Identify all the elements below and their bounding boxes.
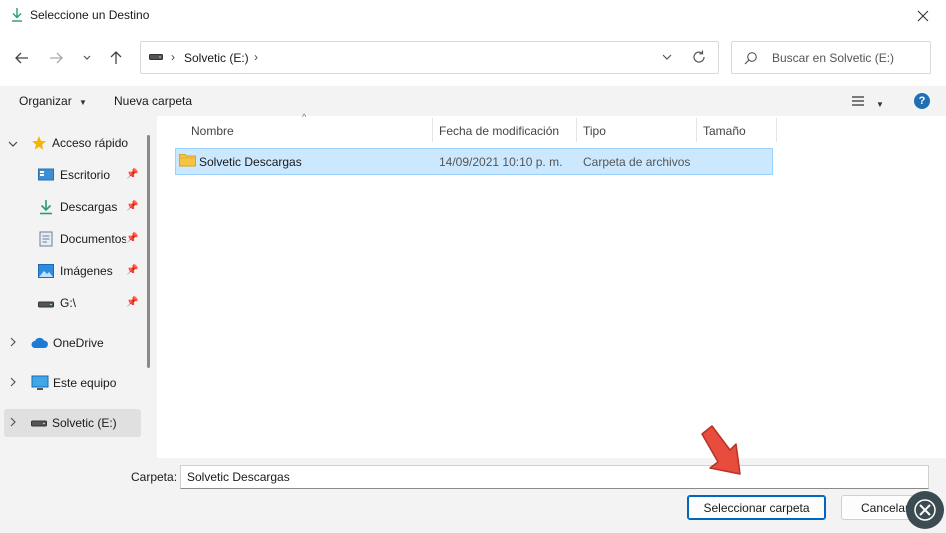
- caret-down-icon: ▼: [79, 98, 87, 107]
- nav-label: G:\: [60, 296, 77, 310]
- pin-icon: 📌: [126, 169, 139, 180]
- column-divider[interactable]: [776, 118, 777, 142]
- search-icon: [744, 52, 757, 65]
- nav-label: Solvetic (E:): [52, 416, 117, 430]
- view-options-button[interactable]: [851, 95, 865, 110]
- view-dropdown-button[interactable]: ▼: [876, 96, 884, 110]
- search-input[interactable]: Buscar en Solvetic (E:): [772, 51, 894, 65]
- select-folder-button[interactable]: Seleccionar carpeta: [687, 495, 826, 520]
- pin-icon: 📌: [126, 201, 139, 212]
- nav-label: Este equipo: [53, 376, 117, 390]
- nav-label: OneDrive: [53, 336, 104, 350]
- search-box[interactable]: Buscar en Solvetic (E:): [731, 41, 931, 74]
- column-divider[interactable]: [576, 118, 577, 142]
- chevron-down-icon[interactable]: [8, 136, 18, 150]
- nav-item-g-drive[interactable]: G:\ 📌: [38, 290, 141, 316]
- annotation-arrow-icon: [701, 425, 741, 475]
- cloud-icon: [31, 337, 48, 348]
- nav-scrollbar[interactable]: [147, 135, 150, 368]
- drive-icon: [149, 54, 163, 60]
- download-icon: [40, 200, 52, 215]
- pin-icon: 📌: [126, 265, 139, 276]
- nav-label: Descargas: [60, 200, 118, 214]
- cancel-label: Cancelar: [860, 500, 910, 515]
- chevron-down-icon: [662, 54, 672, 60]
- breadcrumb-drive[interactable]: Solvetic (E:): [184, 51, 249, 65]
- watermark-logo: [906, 491, 944, 529]
- sort-up-icon: ^: [302, 112, 307, 122]
- column-divider[interactable]: [432, 118, 433, 142]
- file-type: Carpeta de archivos: [583, 155, 691, 169]
- pin-icon: 📌: [126, 297, 139, 308]
- nav-item-imagenes[interactable]: Imágenes 📌: [38, 258, 141, 284]
- close-icon: [917, 10, 929, 22]
- select-folder-label: Seleccionar carpeta: [703, 500, 810, 515]
- nav-label: Acceso rápido: [52, 136, 129, 150]
- file-modified: 14/09/2021 10:10 p. m.: [439, 155, 563, 169]
- breadcrumb-separator: ›: [171, 50, 175, 64]
- caret-down-icon: ▼: [876, 100, 884, 109]
- arrow-right-icon: [50, 52, 63, 64]
- command-bar: Organizar ▼ Nueva carpeta ▼ ?: [0, 86, 946, 116]
- close-button[interactable]: [900, 0, 946, 32]
- title-bar: Seleccione un Destino: [0, 0, 946, 32]
- column-header-size[interactable]: Tamaño: [703, 124, 746, 138]
- column-header-name[interactable]: Nombre: [191, 124, 234, 138]
- folder-label: Carpeta:: [131, 470, 178, 484]
- address-bar[interactable]: › Solvetic (E:) ›: [140, 41, 719, 74]
- nav-item-escritorio[interactable]: Escritorio 📌: [38, 162, 141, 188]
- folder-icon: [179, 154, 196, 167]
- nav-label: Escritorio: [60, 168, 111, 182]
- forward-button[interactable]: [42, 44, 70, 72]
- nav-onedrive[interactable]: OneDrive: [8, 330, 104, 356]
- drive-icon: [38, 301, 54, 308]
- nav-label: Imágenes: [60, 264, 113, 278]
- chevron-right-icon[interactable]: [8, 376, 18, 390]
- file-name[interactable]: Solvetic Descargas: [199, 155, 302, 169]
- organize-button[interactable]: Organizar ▼: [19, 94, 87, 108]
- new-folder-button[interactable]: Nueva carpeta: [114, 94, 192, 108]
- chevron-right-icon[interactable]: [8, 336, 18, 350]
- organize-label: Organizar: [19, 94, 72, 108]
- nav-label: Documentos: [60, 232, 128, 246]
- back-button[interactable]: [8, 44, 36, 72]
- help-button[interactable]: ?: [914, 93, 930, 109]
- nav-item-documentos[interactable]: Documentos 📌: [38, 226, 141, 252]
- address-dropdown-button[interactable]: [661, 50, 673, 67]
- download-icon: [12, 8, 22, 22]
- nav-this-pc[interactable]: Este equipo: [8, 370, 116, 396]
- pictures-icon: [38, 264, 54, 278]
- column-header-modified[interactable]: Fecha de modificación: [439, 124, 559, 138]
- column-header-type[interactable]: Tipo: [583, 124, 606, 138]
- recent-locations-button[interactable]: [74, 44, 100, 72]
- chevron-down-icon: [83, 55, 91, 60]
- up-button[interactable]: [102, 44, 130, 72]
- star-icon: [32, 136, 46, 150]
- folder-name-input[interactable]: [180, 465, 929, 489]
- refresh-button[interactable]: [691, 49, 707, 68]
- refresh-icon: [693, 50, 705, 63]
- arrow-left-icon: [15, 52, 28, 64]
- logo-icon: [914, 499, 936, 521]
- pin-icon: 📌: [126, 233, 139, 244]
- computer-icon: [31, 375, 49, 390]
- chevron-right-icon[interactable]: [8, 416, 18, 430]
- new-folder-label: Nueva carpeta: [114, 94, 193, 108]
- desktop-icon: [38, 168, 54, 181]
- window-title: Seleccione un Destino: [30, 8, 150, 22]
- arrow-up-icon: [110, 51, 122, 64]
- help-icon: ?: [918, 95, 926, 107]
- column-divider[interactable]: [696, 118, 697, 142]
- document-icon: [39, 231, 53, 247]
- breadcrumb-separator[interactable]: ›: [254, 50, 258, 64]
- nav-item-descargas[interactable]: Descargas 📌: [38, 194, 141, 220]
- drive-icon: [31, 420, 47, 427]
- nav-drive-e[interactable]: Solvetic (E:): [4, 409, 141, 437]
- nav-quick-access[interactable]: Acceso rápido: [8, 130, 128, 156]
- list-view-icon: [852, 96, 864, 106]
